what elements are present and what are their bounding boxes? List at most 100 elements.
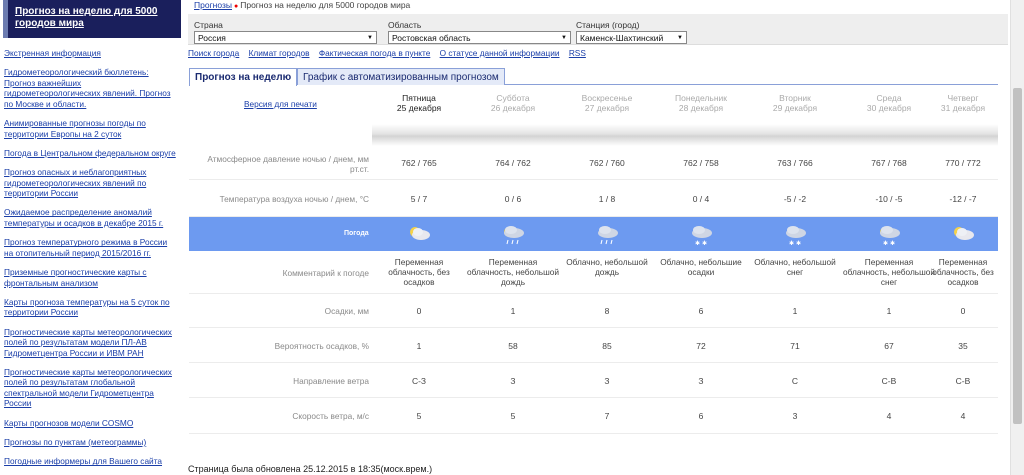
forecast-value: 8: [604, 306, 610, 316]
row-wind-speed: Скорость ветра, м/с 5 5 7 6 3 4 4: [189, 398, 998, 434]
sidebar-item: Гидрометеорологический бюллетень: Прогно…: [4, 67, 177, 109]
breadcrumb-link-forecasts[interactable]: Прогнозы: [194, 0, 232, 10]
row-precipitation: Осадки, мм 0 1 8 6 1 1 0: [189, 294, 998, 328]
page-updated-note: Страница была обновлена 25.12.2015 в 18:…: [188, 464, 433, 474]
info-links: Поиск города Климат городов Фактическая …: [188, 48, 593, 58]
day-date: 29 декабря: [772, 103, 818, 113]
forecast-value: С: [791, 375, 799, 386]
sidebar-link[interactable]: Карты прогноза температуры на 5 суток по…: [4, 297, 170, 318]
forecast-value: -5 / -2: [783, 193, 807, 204]
sidebar-link[interactable]: Прогнозы по пунктам (метеограммы): [4, 437, 146, 447]
breadcrumb-current: Прогноз на неделю для 5000 городов мира: [240, 0, 411, 10]
cloud-rain-icon: [593, 222, 621, 246]
region-select-value: Ростовская область: [392, 32, 471, 43]
forecast-value: -12 / -7: [949, 193, 977, 204]
dropdown-arrow-icon: ▼: [367, 34, 373, 41]
print-version-link[interactable]: Версия для печати: [244, 99, 317, 109]
country-select-value: Россия: [198, 32, 226, 43]
sidebar-link[interactable]: Прогностические карты метеорологических …: [4, 367, 172, 409]
sidebar-item: Анимированные прогнозы погоды по террито…: [4, 118, 177, 139]
svg-text:✱: ✱: [883, 240, 888, 246]
region-select[interactable]: Ростовская область ▼: [388, 31, 571, 44]
tab-bar: Прогноз на неделю График с автоматизиров…: [189, 68, 998, 86]
sidebar: Прогноз на неделю для 5000 городов мира …: [0, 0, 181, 475]
station-select[interactable]: Каменск-Шахтинский ▼: [576, 31, 687, 44]
sidebar-item: Экстренная информация: [4, 48, 177, 59]
scrollbar-thumb[interactable]: [1013, 88, 1022, 424]
day-date: 26 декабря: [490, 103, 536, 113]
row-label: Вероятность осадков, %: [274, 340, 369, 351]
forecast-value: 1: [792, 306, 798, 316]
forecast-value: Облачно, небольшие осадки: [660, 257, 742, 277]
forecast-value: 85: [602, 340, 612, 351]
forecast-value: 0 / 4: [692, 193, 710, 204]
forecast-value: 71: [790, 340, 800, 351]
bullet-icon: ●: [234, 3, 239, 10]
forecast-value: Облачно, небольшой снег: [754, 257, 836, 277]
sidebar-title[interactable]: Прогноз на неделю для 5000 городов мира: [3, 0, 181, 38]
sidebar-link[interactable]: Прогноз опасных и неблагоприятных гидром…: [4, 167, 146, 198]
forecast-value: 58: [508, 340, 518, 351]
sidebar-link[interactable]: Гидрометеорологический бюллетень: Прогно…: [4, 67, 171, 109]
forecast-value: 4: [960, 411, 966, 421]
sidebar-link[interactable]: Ожидаемое распределение аномалий темпера…: [4, 207, 163, 228]
cloud-snow-icon: ✱ ✱: [781, 222, 809, 247]
forecast-value: З: [604, 375, 610, 386]
forecast-value: С-В: [955, 375, 971, 386]
tab-weekly-forecast[interactable]: Прогноз на неделю: [189, 68, 298, 86]
station-select-value: Каменск-Шахтинский: [580, 32, 664, 43]
forecast-value: 762 / 765: [401, 158, 437, 168]
forecast-value: 770 / 772: [945, 158, 981, 168]
link-actual-weather[interactable]: Фактическая погода в пункте: [319, 48, 431, 58]
breadcrumb: Прогнозы ● Прогноз на неделю для 5000 горо…: [194, 0, 410, 10]
link-info-status[interactable]: О статусе данной информации: [440, 48, 560, 58]
day-header: Воскресенье 27 декабря: [560, 93, 654, 113]
forecast-value: 762 / 760: [589, 158, 625, 168]
sidebar-link[interactable]: Приземные прогностические карты с фронта…: [4, 267, 147, 288]
svg-text:✱: ✱: [702, 240, 707, 246]
row-temperature: Температура воздуха ночью / днем, °С 5 / …: [189, 180, 998, 217]
row-wind-direction: Направление ветра С-З З З З С С-В С-В: [189, 363, 998, 398]
svg-text:✱: ✱: [695, 240, 700, 246]
region-label: Область: [388, 20, 422, 30]
sidebar-link[interactable]: Анимированные прогнозы погоды по террито…: [4, 118, 146, 139]
sidebar-item: Прогностические карты метеорологических …: [4, 327, 177, 359]
sidebar-link[interactable]: Карты прогнозов модели COSMO: [4, 418, 133, 428]
row-label: Температура воздуха ночью / днем, °С: [219, 193, 369, 204]
day-name: Суббота: [496, 93, 530, 103]
link-city-search[interactable]: Поиск города: [188, 48, 239, 58]
row-label: Скорость ветра, м/с: [292, 411, 369, 421]
sidebar-link[interactable]: Экстренная информация: [4, 48, 101, 58]
row-comment: Комментарий к погоде Переменная облачност…: [189, 251, 998, 294]
svg-text:✱: ✱: [796, 240, 801, 246]
sidebar-item: Прогностические карты метеорологических …: [4, 367, 177, 409]
forecast-value: 5: [510, 411, 516, 421]
sidebar-link[interactable]: Прогноз температурного режима в России н…: [4, 237, 167, 258]
forecast-value: 0: [416, 306, 422, 316]
forecast-value: Переменная облачность, без осадков: [388, 257, 450, 287]
weather-band: Погода ✱ ✱ ✱ ✱ ✱ ✱: [189, 217, 998, 251]
sidebar-item: Карты прогноза температуры на 5 суток по…: [4, 297, 177, 318]
sidebar-link[interactable]: Погода в Центральном федеральном округе: [4, 148, 176, 158]
forecast-value: 0 / 6: [504, 193, 522, 204]
forecast-value: 762 / 758: [683, 158, 719, 168]
day-name: Четверг: [947, 93, 979, 103]
day-header: Пятница 25 декабря: [372, 93, 466, 113]
day-name: Воскресенье: [581, 93, 633, 103]
vertical-scrollbar[interactable]: [1010, 0, 1024, 475]
tab-auto-forecast-chart[interactable]: График с автоматизированным прогнозом: [297, 68, 505, 85]
forecast-value: 35: [958, 340, 968, 351]
row-label: Атмосферное давление ночью / днем, мм рт…: [207, 154, 369, 174]
forecast-table: Версия для печати Пятница 25 декабря Суббо…: [189, 86, 998, 436]
cloud-sun-icon: [949, 222, 977, 246]
link-rss[interactable]: RSS: [569, 48, 586, 58]
region-group: Область Ростовская область ▼: [388, 20, 571, 44]
cloud-snow-icon: ✱ ✱: [687, 222, 715, 247]
link-city-climate[interactable]: Климат городов: [249, 48, 310, 58]
forecast-value: 764 / 762: [495, 158, 531, 168]
forecast-value: 763 / 766: [777, 158, 813, 168]
sidebar-link[interactable]: Прогностические карты метеорологических …: [4, 327, 172, 358]
country-select[interactable]: Россия ▼: [194, 31, 377, 44]
sidebar-link[interactable]: Погодные информеры для Вашего сайта: [4, 456, 162, 466]
main-content: Прогнозы ● Прогноз на неделю для 5000 горо…: [186, 0, 1010, 475]
